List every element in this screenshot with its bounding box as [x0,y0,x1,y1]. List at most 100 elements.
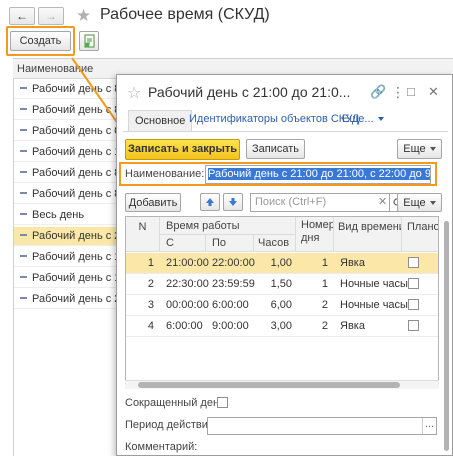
cell-day[interactable]: 2 [296,295,334,316]
arrow-down-icon [229,198,237,206]
header-from[interactable]: С [160,235,206,252]
cell-hours[interactable]: 3,00 [254,316,296,337]
cell-type[interactable]: Ночные часы [334,295,408,316]
list-item[interactable]: Рабочий день с 17 [14,269,124,288]
link-icon[interactable]: 🔗 [370,84,386,100]
add-row-button[interactable]: Добавить [125,193,181,212]
more-actions-label: Еще [403,143,426,155]
list-item-bullet-icon [20,213,27,216]
cell-to[interactable]: 6:00:00 [206,295,254,316]
cell-n[interactable]: 4 [126,316,160,337]
menu-icon[interactable]: ⋮ [391,84,405,101]
list-item[interactable]: Весь день [14,206,124,225]
page-title: Рабочее время (СКУД) [100,6,270,23]
save-button[interactable]: Записать [246,139,305,159]
header-hours[interactable]: Часов [254,235,296,252]
table-row[interactable]: 3 00:00:00 6:00:00 6,00 2 Ночные часы [126,295,438,316]
period-field[interactable]: ... [207,417,437,435]
list-item-label: Рабочий день с 21 [32,230,124,242]
period-select-button[interactable]: ... [422,418,436,434]
planned-checkbox[interactable] [408,278,419,289]
planned-checkbox[interactable] [408,257,419,268]
table-row[interactable]: 4 6:00:00 9:00:00 3,00 2 Явка [126,316,438,337]
list-item[interactable]: Рабочий день с 16 [14,248,124,267]
header-time-type[interactable]: Вид времени [334,217,402,252]
vertical-scroll-thumb[interactable] [444,221,449,451]
header-to[interactable]: По [206,235,254,252]
cell-from[interactable]: 00:00:00 [160,295,209,316]
work-time-table: N Время работы С По Часов Номер дня Вид … [125,216,439,389]
list-item-label: Весь день [32,209,85,221]
header-n[interactable]: N [126,217,160,252]
short-day-checkbox[interactable] [217,397,228,408]
list-item[interactable]: Рабочий день с 09 [14,122,124,141]
tab-main[interactable]: Основное [128,110,193,131]
cell-type[interactable]: Явка [334,316,402,337]
tab-more[interactable]: Еще... [342,113,384,125]
cell-from[interactable]: 21:00:00 [160,253,209,274]
forward-button[interactable]: → [38,7,64,25]
cell-day[interactable]: 1 [296,274,334,295]
tab-ids[interactable]: Идентификаторы объектов СКУД [189,113,359,125]
cell-hours[interactable]: 6,00 [254,295,296,316]
name-field[interactable]: Рабочий день с 21:00 до 21:00, с 22:00 д… [205,165,431,184]
horizontal-scrollbar[interactable] [125,380,439,389]
clear-search-icon[interactable]: ✕ [378,195,387,208]
favorite-star-icon[interactable]: ★ [76,7,91,24]
cell-from[interactable]: 6:00:00 [160,316,206,337]
cell-to[interactable]: 9:00:00 [206,316,254,337]
list-item[interactable]: Рабочий день с 17 [14,143,124,162]
header-day-no-label: Номер дня [301,219,334,244]
cell-n[interactable]: 3 [126,295,160,316]
table-row[interactable]: 2 22:30:00 23:59:59 1,50 1 Ночные часы [126,274,438,295]
header-day-no[interactable]: Номер дня [296,217,334,252]
cell-n[interactable]: 1 [126,253,160,274]
cell-day[interactable]: 1 [296,253,334,274]
move-down-button[interactable] [223,193,243,211]
list-item-label: Рабочий день с 8: [32,167,124,179]
list-item[interactable]: Рабочий день с 20 [14,290,124,309]
favorite-star-icon[interactable]: ☆ [127,83,141,103]
list-item[interactable]: Рабочий день с 8: [14,164,124,183]
create-button[interactable]: Создать [10,31,71,51]
list-item-bullet-icon [20,234,27,237]
list-item-bullet-icon [20,297,27,300]
more-actions-button[interactable]: Еще [397,139,442,159]
chevron-down-icon [377,117,384,122]
cell-day[interactable]: 2 [296,316,334,337]
horizontal-scroll-thumb[interactable] [138,382,400,388]
cell-n[interactable]: 2 [126,274,160,295]
header-hours-label: Часов [258,237,290,249]
list-item-bullet-icon [20,87,27,90]
list-item[interactable]: Рабочий день с 8: [14,101,124,120]
save-and-close-button[interactable]: Записать и закрыть [125,139,240,160]
planned-checkbox[interactable] [408,299,419,310]
close-icon[interactable]: ✕ [428,84,439,100]
search-input[interactable]: Поиск (Ctrl+F) [250,193,390,212]
list-item[interactable]: Рабочий день с 8: [14,185,124,204]
cell-hours[interactable]: 1,50 [254,274,296,295]
cell-hours[interactable]: 1,00 [254,253,296,274]
short-day-label: Сокращенный день: [125,397,228,409]
cell-type[interactable]: Ночные часы [334,274,408,295]
cell-from[interactable]: 22:30:00 [160,274,209,295]
list-item[interactable]: Рабочий день с 8: [14,80,124,99]
list-item[interactable]: Рабочий день с 21 [14,227,124,246]
move-up-button[interactable] [200,193,220,211]
comment-label: Комментарий: [125,441,198,453]
cell-type[interactable]: Явка [334,253,402,274]
header-work-time[interactable]: Время работы [160,217,296,235]
table-row[interactable]: 1 21:00:00 22:00:00 1,00 1 Явка [126,253,438,274]
vertical-scrollbar[interactable] [443,217,450,452]
header-planned[interactable]: Плановое [402,217,438,252]
list-item-label: Рабочий день с 20 [32,293,124,305]
copy-button[interactable] [79,31,99,51]
planned-checkbox[interactable] [408,320,419,331]
cell-to[interactable]: 22:00:00 [206,253,255,274]
list-item-label: Рабочий день с 8: [32,188,124,200]
cell-to[interactable]: 23:59:59 [206,274,255,295]
back-button[interactable]: ← [9,7,35,25]
table-more-button[interactable]: Еще [397,193,442,212]
maximize-icon[interactable]: □ [407,84,415,99]
list-item-label: Рабочий день с 09 [32,125,124,137]
